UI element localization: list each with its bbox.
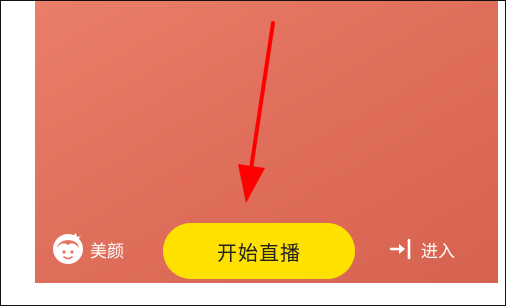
screenshot-frame: 美颜 开始直播 进入 [0, 0, 506, 306]
enter-arrow-icon [389, 238, 411, 260]
beauty-label: 美颜 [90, 241, 124, 262]
beauty-button[interactable]: 美颜 [52, 229, 124, 269]
face-beauty-icon [53, 233, 83, 264]
enter-label: 进入 [421, 241, 455, 262]
live-stream-screen: 美颜 开始直播 进入 [35, 1, 498, 305]
enter-button[interactable]: 进入 [389, 229, 455, 269]
bottom-strip [35, 283, 498, 305]
camera-preview: 美颜 开始直播 进入 [35, 1, 498, 283]
start-live-button[interactable]: 开始直播 [163, 223, 355, 279]
